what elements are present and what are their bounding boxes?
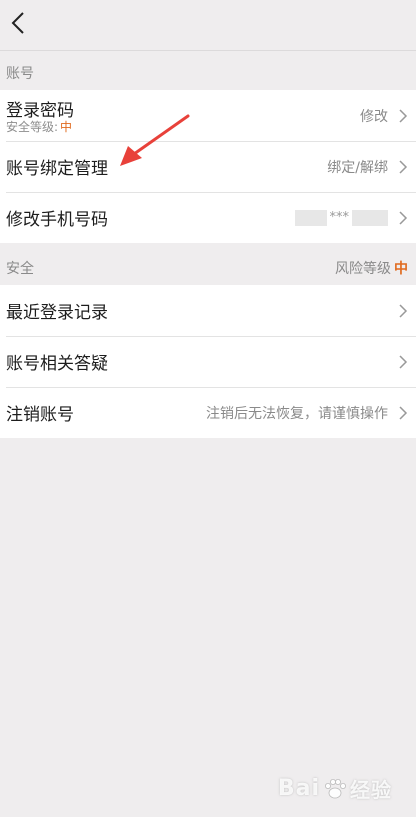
- row-label-account-faq: 账号相关答疑: [6, 354, 108, 374]
- row-cancel-account[interactable]: 注销账号 注销后无法恢复，请谨慎操作: [0, 387, 416, 438]
- watermark-text-right: 经验: [350, 778, 392, 802]
- risk-level-value: 中: [394, 261, 408, 277]
- masked-phone-number: ***: [294, 209, 388, 226]
- section-title-security: 安全: [6, 261, 34, 277]
- security-level-text: 安全等级: 中: [6, 118, 72, 135]
- phone-mask-left: [294, 209, 327, 226]
- row-recent-login-records[interactable]: 最近登录记录: [0, 285, 416, 336]
- chevron-right-icon: [399, 159, 408, 174]
- security-level-value: 中: [60, 120, 73, 134]
- chevron-right-icon: [399, 210, 408, 225]
- back-button[interactable]: [6, 8, 30, 38]
- risk-level-indicator: 风险等级 中: [335, 258, 408, 278]
- chevron-right-icon: [399, 108, 408, 123]
- top-divider: [0, 50, 416, 51]
- phone-mask-right: [352, 209, 388, 226]
- section-header-account: 账号: [0, 53, 416, 93]
- chevron-right-icon: [399, 405, 408, 420]
- chevron-right-icon: [399, 354, 408, 369]
- top-bar: [0, 0, 416, 50]
- row-account-binding[interactable]: 账号绑定管理 绑定/解绑: [0, 141, 416, 192]
- section-title-account: 账号: [6, 66, 34, 82]
- chevron-right-icon: [399, 303, 408, 318]
- row-account-faq[interactable]: 账号相关答疑: [0, 336, 416, 387]
- security-settings-group: 最近登录记录 账号相关答疑 注销账号 注销后无法恢复，请谨慎操作: [0, 285, 416, 438]
- row-label-change-phone: 修改手机号码: [6, 210, 108, 230]
- watermark-text-left: Bai: [277, 776, 320, 801]
- row-change-phone[interactable]: 修改手机号码 ***: [0, 192, 416, 243]
- paw-logo-icon: [325, 778, 346, 798]
- baidu-jingyan-watermark: Bai 经验: [278, 774, 392, 803]
- bind-unbind-text: 绑定/解绑: [327, 159, 388, 176]
- change-password-link: 修改: [360, 108, 388, 125]
- section-header-security: 安全 风险等级 中: [0, 248, 416, 288]
- row-login-password[interactable]: 登录密码 安全等级: 中 修改: [0, 90, 416, 141]
- phone-mask-stars: ***: [329, 210, 350, 225]
- security-level-prefix: 安全等级:: [6, 120, 59, 134]
- risk-level-label: 风险等级: [335, 261, 391, 277]
- chevron-left-icon: [11, 12, 24, 34]
- row-label-cancel-account: 注销账号: [6, 405, 74, 425]
- row-label-recent-login: 最近登录记录: [6, 303, 108, 323]
- row-label-account-binding: 账号绑定管理: [6, 159, 108, 179]
- cancel-account-warning: 注销后无法恢复，请谨慎操作: [206, 405, 388, 422]
- account-settings-group: 登录密码 安全等级: 中 修改 账号绑定管理 绑定/解绑 修改手机号码 ***: [0, 90, 416, 243]
